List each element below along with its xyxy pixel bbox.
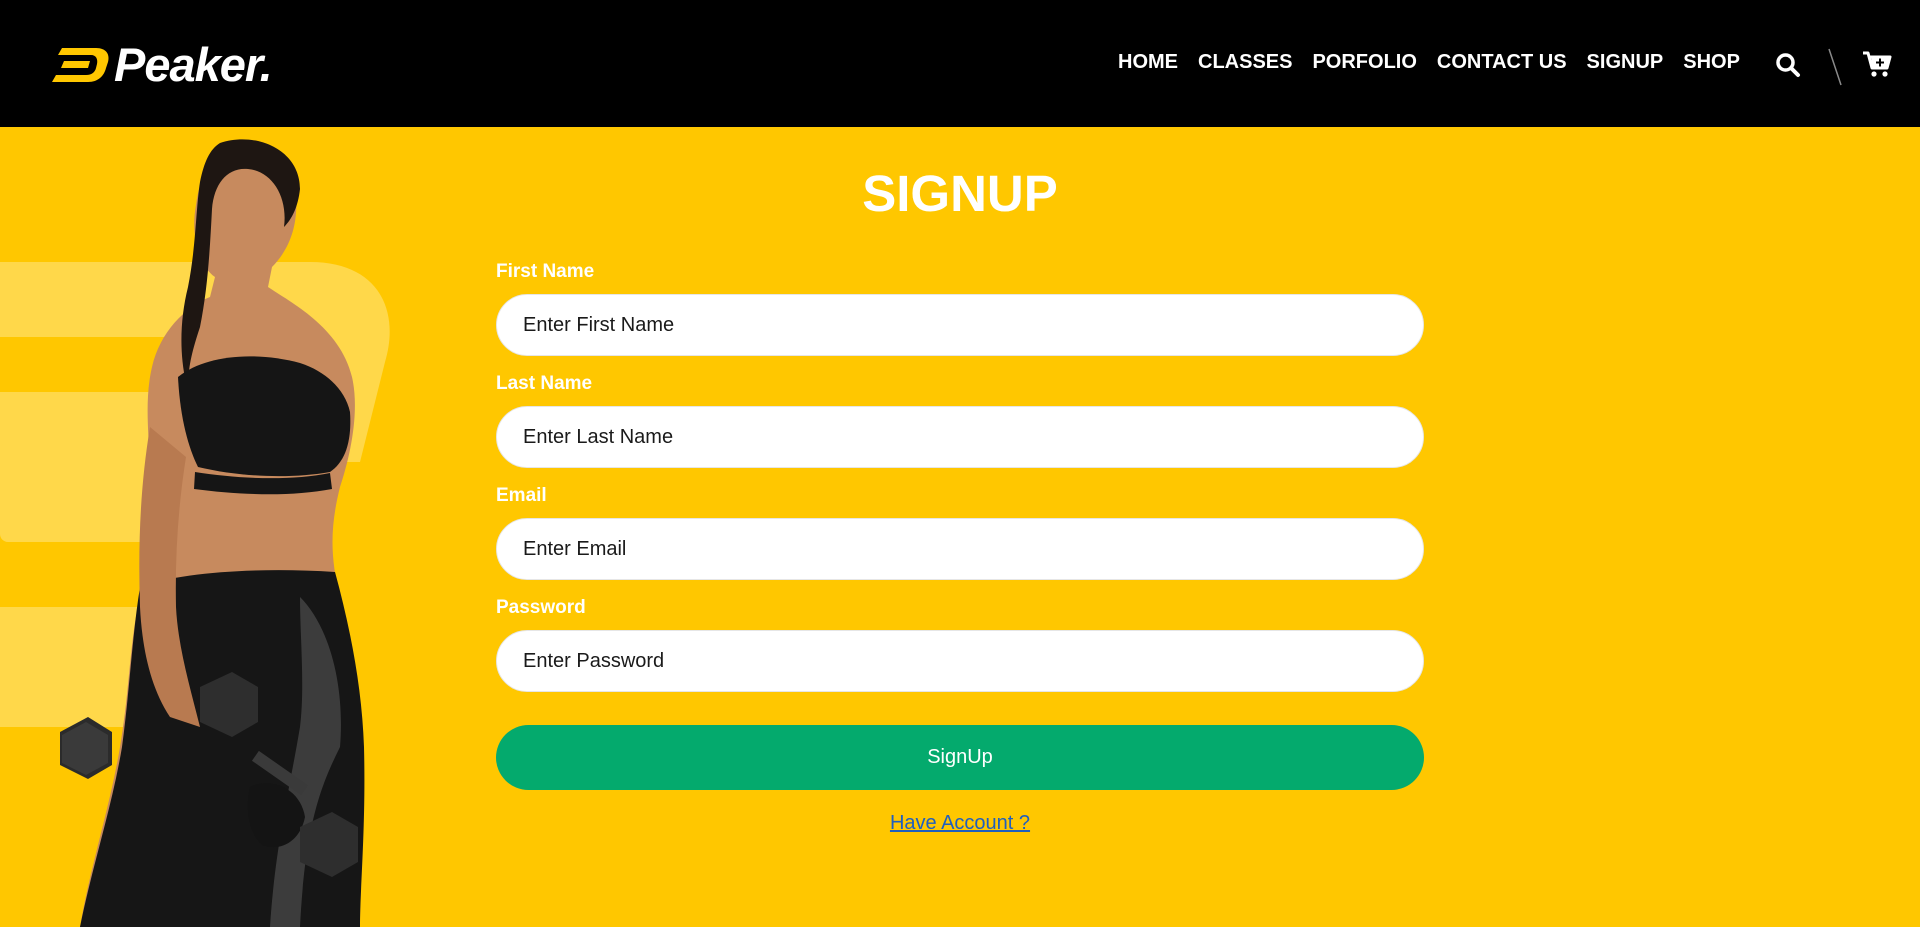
nav-signup[interactable]: SIGNUP: [1587, 49, 1664, 75]
logo-text: Peaker.: [114, 38, 273, 91]
cart-icon[interactable]: [1862, 50, 1892, 83]
navbar: Peaker. HOME CLASSES PORFOLIO CONTACT US…: [0, 0, 1920, 127]
signup-button[interactable]: SignUp: [496, 725, 1424, 790]
nav-home[interactable]: HOME: [1118, 49, 1178, 75]
email-input[interactable]: [496, 518, 1424, 580]
logo[interactable]: Peaker.: [52, 38, 273, 91]
nav-portfolio[interactable]: PORFOLIO: [1312, 49, 1416, 75]
last-name-group: Last Name: [496, 372, 1424, 468]
password-group: Password: [496, 596, 1424, 692]
nav-classes[interactable]: CLASSES: [1198, 49, 1292, 75]
have-account-link[interactable]: Have Account ?: [890, 812, 1030, 834]
first-name-input[interactable]: [496, 294, 1424, 356]
athlete-illustration: [0, 139, 390, 927]
nav-contact-us[interactable]: CONTACT US: [1437, 49, 1567, 75]
search-icon[interactable]: [1775, 52, 1801, 83]
logo-icon: [52, 48, 109, 82]
last-name-label: Last Name: [496, 373, 593, 394]
email-label: Email: [496, 485, 547, 506]
main-nav: HOME CLASSES PORFOLIO CONTACT US SIGNUP …: [1118, 49, 1760, 75]
have-account-wrapper: Have Account ?: [0, 812, 1920, 835]
password-label: Password: [496, 597, 586, 618]
page-title: SIGNUP: [862, 165, 1058, 222]
nav-shop[interactable]: SHOP: [1683, 49, 1740, 75]
signup-form: First Name Last Name Email Password: [496, 260, 1424, 708]
first-name-group: First Name: [496, 260, 1424, 356]
page-title-wrapper: SIGNUP: [0, 164, 1920, 223]
first-name-label: First Name: [496, 261, 595, 282]
last-name-input[interactable]: [496, 406, 1424, 468]
email-group: Email: [496, 484, 1424, 580]
password-input[interactable]: [496, 630, 1424, 692]
divider-icon: [1828, 48, 1842, 91]
